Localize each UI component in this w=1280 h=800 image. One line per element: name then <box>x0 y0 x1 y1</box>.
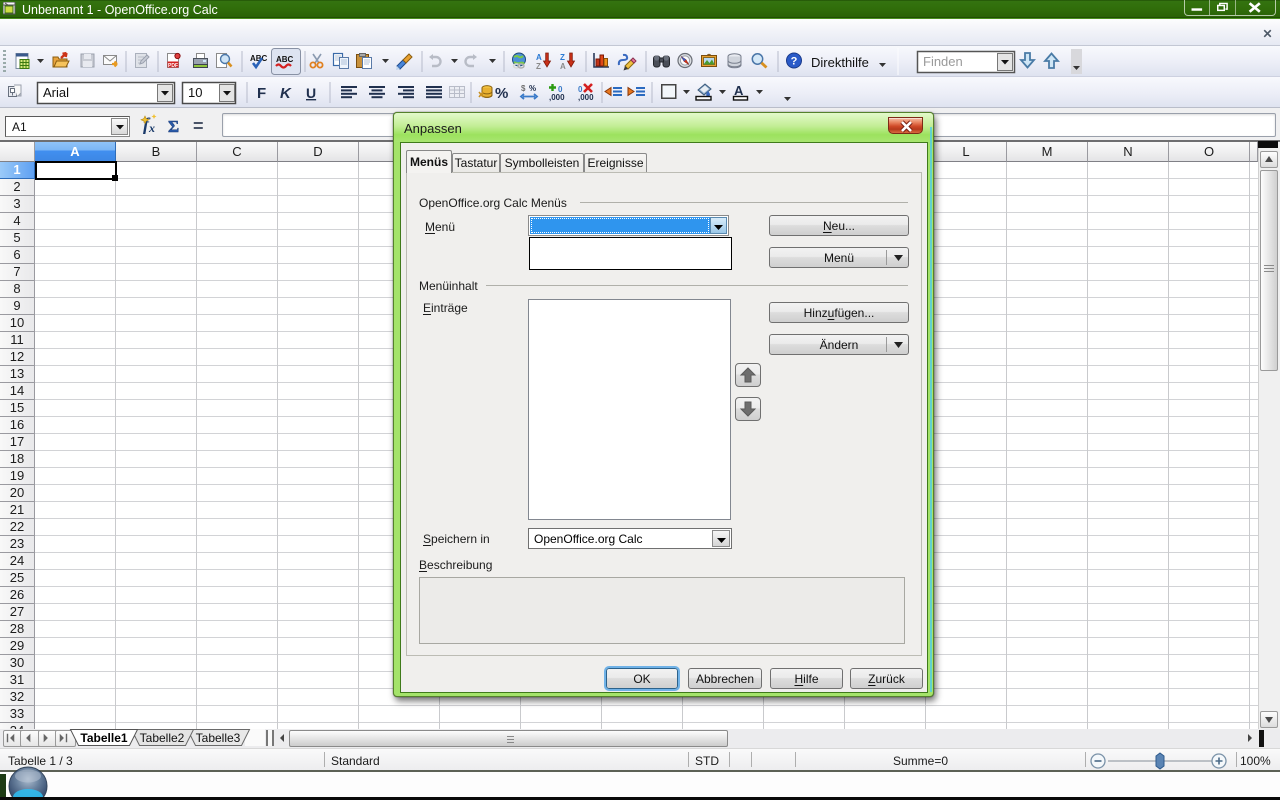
svg-text:%: % <box>495 85 508 102</box>
svg-text:$: $ <box>521 84 526 93</box>
svg-text:x: x <box>148 121 155 135</box>
svg-text:%: % <box>529 84 536 93</box>
svg-text:Z: Z <box>560 53 565 62</box>
svg-text:Σ: Σ <box>168 117 179 136</box>
svg-text:10: 10 <box>188 85 202 100</box>
svg-text:Tabelle2: Tabelle2 <box>140 731 185 745</box>
svg-text:Tabelle1: Tabelle1 <box>80 731 127 745</box>
svg-text:,000: ,000 <box>549 93 565 102</box>
svg-text:U: U <box>306 85 316 101</box>
svg-text:A: A <box>560 62 566 71</box>
svg-text:A: A <box>734 83 744 98</box>
svg-text:ABC: ABC <box>276 55 294 64</box>
svg-text:K: K <box>280 85 292 102</box>
svg-text:A: A <box>536 53 542 62</box>
svg-text:Direkthilfe: Direkthilfe <box>811 55 869 70</box>
svg-text:?: ? <box>791 56 798 68</box>
svg-text:F: F <box>257 85 266 102</box>
svg-text:,000: ,000 <box>578 93 594 102</box>
svg-text:Finden: Finden <box>923 54 963 69</box>
svg-text:Tabelle3: Tabelle3 <box>196 731 241 745</box>
svg-text:=: = <box>193 116 204 136</box>
svg-text:Arial: Arial <box>43 85 69 100</box>
svg-text:PDF: PDF <box>168 63 178 69</box>
svg-text:Z: Z <box>536 62 541 71</box>
